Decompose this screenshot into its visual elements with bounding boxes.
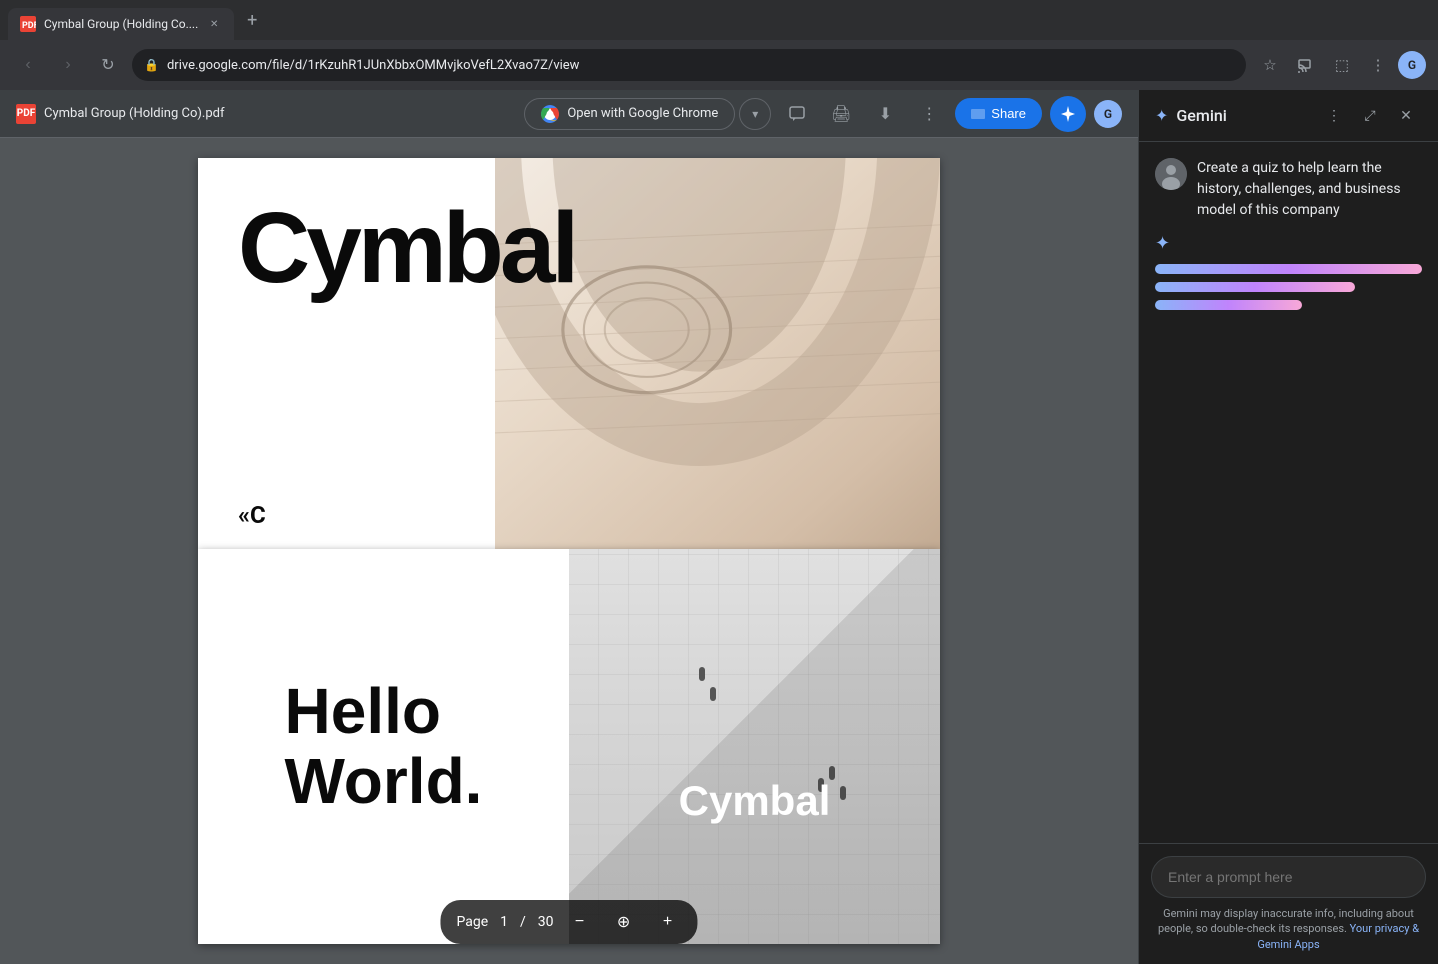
comment-button[interactable] <box>779 96 815 132</box>
gemini-header-actions: ⋮ ⤢ ✕ <box>1318 100 1422 132</box>
pdf-file-icon: PDF <box>16 104 36 124</box>
page-fit-button[interactable]: ⊕ <box>610 908 638 936</box>
svg-text:PDF: PDF <box>22 21 36 31</box>
pdf-user-avatar[interactable]: G <box>1094 100 1122 128</box>
gemini-expand-button[interactable]: ⤢ <box>1354 100 1386 132</box>
gemini-footer: Gemini may display inaccurate info, incl… <box>1139 843 1438 964</box>
pdf-toolbar-right: 🖨 ⬇ ⋮ Share G <box>779 96 1122 132</box>
open-with-chrome-button[interactable]: Open with Google Chrome <box>524 98 735 130</box>
tab-bar: PDF Cymbal Group (Holding Co.... ✕ + <box>0 0 1438 40</box>
cymbal-overlay-text: Cymbal <box>679 777 831 825</box>
share-icon <box>971 107 985 121</box>
address-text: drive.google.com/file/d/1rKzuhR1JUnXbbxO… <box>167 58 1234 73</box>
pdf-toolbar: PDF Cymbal Group (Holding Co).pdf O <box>0 90 1138 138</box>
user-profile-icon <box>1155 158 1187 190</box>
diagonal-overlay <box>569 549 940 944</box>
pdf-pages-container[interactable]: Cymbal «C HelloWorld. <box>0 138 1138 964</box>
lock-icon: 🔒 <box>144 58 159 72</box>
loading-bar-3 <box>1155 300 1302 310</box>
gemini-header-title: Gemini <box>1176 106 1310 125</box>
prompt-input[interactable] <box>1151 856 1426 898</box>
gemini-body: Create a quiz to help learn the history,… <box>1139 142 1438 843</box>
print-button[interactable]: 🖨 <box>823 96 859 132</box>
open-chrome-dropdown-button[interactable]: ▾ <box>739 98 771 130</box>
gemini-header-star-icon: ✦ <box>1155 106 1168 125</box>
bookmark-icon[interactable]: ☆ <box>1254 49 1286 81</box>
tab-title: Cymbal Group (Holding Co.... <box>44 17 198 31</box>
gemini-user-avatar <box>1155 158 1187 190</box>
cast-icon[interactable] <box>1290 49 1322 81</box>
back-button[interactable]: ‹ <box>12 49 44 81</box>
gemini-user-message-text: Create a quiz to help learn the history,… <box>1197 158 1422 221</box>
pdf-page-2: HelloWorld. Cymbal <box>198 549 940 944</box>
cymbal-title: Cymbal <box>238 198 575 298</box>
page-current: 1 <box>500 914 508 930</box>
nav-right-actions: ☆ ⬚ ⋮ G <box>1254 49 1426 81</box>
active-tab[interactable]: PDF Cymbal Group (Holding Co.... ✕ <box>8 8 234 40</box>
share-label: Share <box>991 106 1026 121</box>
pdf-filename: Cymbal Group (Holding Co).pdf <box>44 106 224 121</box>
gemini-star-icon <box>1059 105 1077 123</box>
page1-logo: «C <box>238 501 266 529</box>
page-zoom-in-button[interactable]: + <box>654 908 682 936</box>
main-content: PDF Cymbal Group (Holding Co).pdf O <box>0 90 1438 964</box>
forward-button[interactable]: › <box>52 49 84 81</box>
gemini-close-button[interactable]: ✕ <box>1390 100 1422 132</box>
hello-world-text: HelloWorld. <box>245 636 523 857</box>
new-tab-button[interactable]: + <box>238 6 266 34</box>
tab-favicon-icon: PDF <box>20 16 36 32</box>
browser-chrome: PDF Cymbal Group (Holding Co.... ✕ + ‹ ›… <box>0 0 1438 90</box>
gemini-more-button[interactable]: ⋮ <box>1318 100 1350 132</box>
reload-button[interactable]: ↻ <box>92 49 124 81</box>
profile-avatar[interactable]: G <box>1398 51 1426 79</box>
page2-right: Cymbal <box>569 549 940 944</box>
loading-bars-container <box>1155 264 1422 310</box>
page-navigation-controls: − ⊕ + <box>566 908 682 936</box>
gemini-header: ✦ Gemini ⋮ ⤢ ✕ <box>1139 90 1438 142</box>
navigation-bar: ‹ › ↻ 🔒 drive.google.com/file/d/1rKzuhR1… <box>0 40 1438 90</box>
pdf-viewer: PDF Cymbal Group (Holding Co).pdf O <box>0 90 1138 964</box>
more-options-button[interactable]: ⋮ <box>911 96 947 132</box>
gemini-sidebar-toggle-button[interactable] <box>1050 96 1086 132</box>
loading-bar-2 <box>1155 282 1355 292</box>
chrome-icon <box>541 105 559 123</box>
pdf-page-1: Cymbal «C <box>198 158 940 549</box>
gemini-response-icon: ✦ <box>1155 233 1422 254</box>
page2-left: HelloWorld. <box>198 549 569 944</box>
open-chrome-label: Open with Google Chrome <box>567 106 718 121</box>
sidebar-icon[interactable]: ⬚ <box>1326 49 1358 81</box>
gemini-user-message: Create a quiz to help learn the history,… <box>1155 158 1422 221</box>
tab-close-button[interactable]: ✕ <box>206 16 222 32</box>
gemini-sidebar: ✦ Gemini ⋮ ⤢ ✕ Create a quiz to help l <box>1138 90 1438 964</box>
more-menu-icon[interactable]: ⋮ <box>1362 49 1394 81</box>
page-indicator: Page 1 / 30 − ⊕ + <box>440 900 697 944</box>
page-label: Page <box>456 914 488 930</box>
gemini-response-loading: ✦ <box>1155 233 1422 310</box>
page-zoom-out-button[interactable]: − <box>566 908 594 936</box>
loading-bar-1 <box>1155 264 1422 274</box>
page-total: 30 <box>538 914 554 930</box>
share-button[interactable]: Share <box>955 98 1042 129</box>
page-separator: / <box>520 914 526 930</box>
address-bar[interactable]: 🔒 drive.google.com/file/d/1rKzuhR1JUnXbb… <box>132 49 1246 81</box>
gemini-disclaimer: Gemini may display inaccurate info, incl… <box>1151 906 1426 952</box>
download-button[interactable]: ⬇ <box>867 96 903 132</box>
